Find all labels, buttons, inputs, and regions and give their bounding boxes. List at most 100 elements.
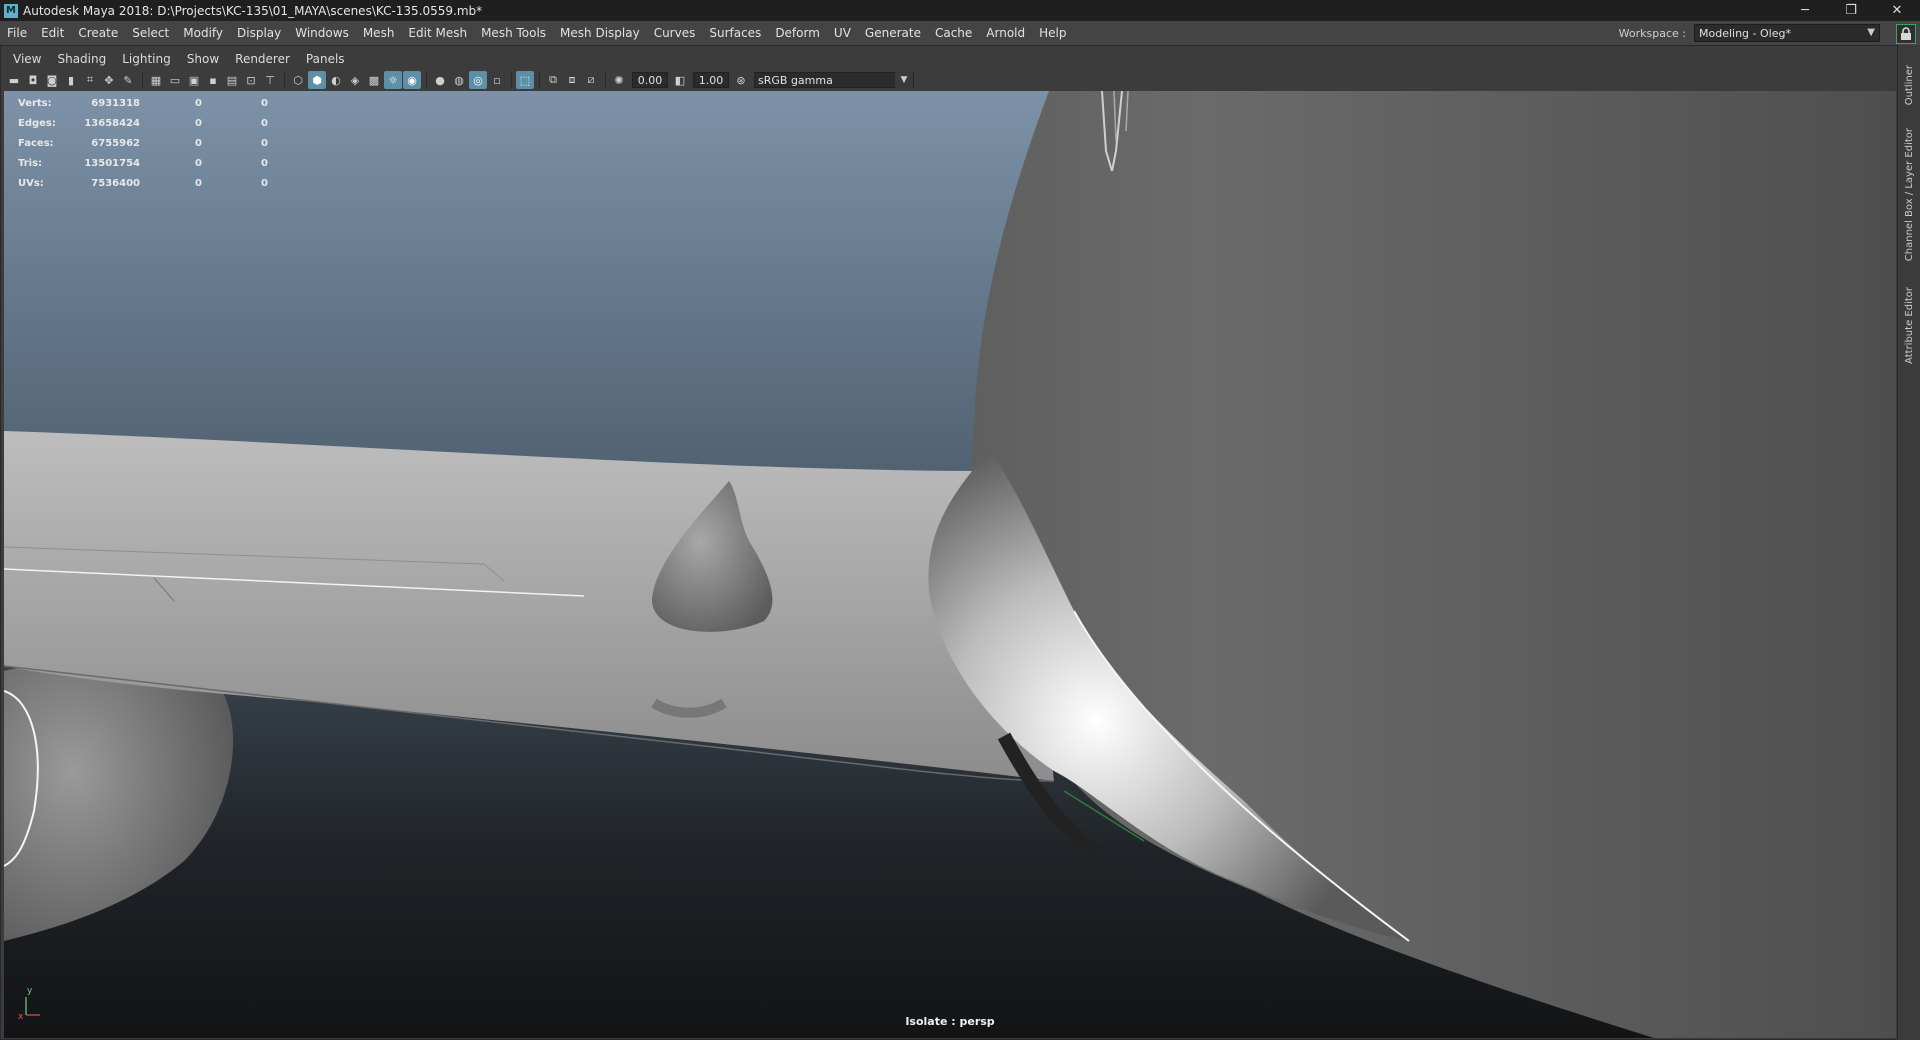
select-camera-icon[interactable]: ▬ bbox=[5, 71, 23, 89]
fuselage bbox=[971, 91, 1896, 1038]
hud-value: 0 bbox=[195, 157, 202, 169]
menu-mesh-tools[interactable]: Mesh Tools bbox=[474, 26, 553, 40]
panel-menu-shading[interactable]: Shading bbox=[49, 52, 114, 66]
hud-value: 0 bbox=[195, 177, 202, 189]
hud-value: 0 bbox=[261, 97, 268, 109]
menu-edit-mesh[interactable]: Edit Mesh bbox=[401, 26, 474, 40]
menu-curves[interactable]: Curves bbox=[647, 26, 703, 40]
menu-modify[interactable]: Modify bbox=[176, 26, 230, 40]
menu-edit[interactable]: Edit bbox=[34, 26, 71, 40]
tab-attribute-editor[interactable]: Attribute Editor bbox=[1898, 275, 1920, 375]
screen-space-ao-icon[interactable]: ● bbox=[431, 71, 449, 89]
panel-menu-lighting[interactable]: Lighting bbox=[114, 52, 179, 66]
toolbar-divider bbox=[284, 72, 285, 88]
menu-select[interactable]: Select bbox=[125, 26, 176, 40]
perspective-viewport[interactable]: Verts: 6931318 0 0 Edges: 13658424 0 0 F… bbox=[4, 91, 1896, 1038]
menu-uv[interactable]: UV bbox=[827, 26, 858, 40]
anti-aliasing-icon[interactable]: ◎ bbox=[469, 71, 487, 89]
image-plane-icon[interactable]: ⌗ bbox=[81, 71, 99, 89]
wireframe-icon[interactable]: ⬡ bbox=[289, 71, 307, 89]
workspace-label: Workspace : bbox=[1618, 26, 1686, 40]
isolate-select-icon[interactable]: ⬚ bbox=[516, 71, 534, 89]
gamma-input[interactable]: 1.00 bbox=[693, 72, 729, 88]
resolution-gate-icon[interactable]: ▣ bbox=[185, 71, 203, 89]
gate-mask-icon[interactable]: ▪ bbox=[204, 71, 222, 89]
hud-label: Verts: bbox=[18, 97, 52, 109]
close-button[interactable]: ✕ bbox=[1874, 0, 1920, 21]
minimize-button[interactable]: ─ bbox=[1782, 0, 1828, 21]
restore-button[interactable]: ❐ bbox=[1828, 0, 1874, 21]
tab-outliner[interactable]: Outliner bbox=[1898, 55, 1920, 115]
hud-value: 6755962 bbox=[91, 137, 140, 149]
hud-value: 6931318 bbox=[91, 97, 140, 109]
menu-help[interactable]: Help bbox=[1032, 26, 1073, 40]
toolbar-divider bbox=[426, 72, 427, 88]
safe-title-icon[interactable]: ⊤ bbox=[261, 71, 279, 89]
hud-value: 0 bbox=[195, 137, 202, 149]
menu-display[interactable]: Display bbox=[230, 26, 288, 40]
gamma-icon[interactable]: ◧ bbox=[671, 71, 689, 89]
xray-joints-icon[interactable]: ⧄ bbox=[582, 71, 600, 89]
panel-menu-panels[interactable]: Panels bbox=[298, 52, 353, 66]
view-transform-dropdown[interactable]: sRGB gamma ▼ bbox=[754, 72, 914, 88]
two-d-pan-zoom-icon[interactable]: ✥ bbox=[100, 71, 118, 89]
default-material-icon[interactable]: ◐ bbox=[327, 71, 345, 89]
hud-row: Tris: 13501754 0 0 bbox=[18, 153, 268, 173]
hud-value: 13658424 bbox=[84, 117, 140, 129]
wireframe-on-shaded-icon[interactable]: ◈ bbox=[346, 71, 364, 89]
axis-y-label: y bbox=[27, 986, 33, 996]
panel-menu-view[interactable]: View bbox=[5, 52, 49, 66]
chevron-down-icon: ▼ bbox=[1867, 27, 1875, 38]
exposure-icon[interactable]: ✺ bbox=[610, 71, 628, 89]
use-all-lights-icon[interactable]: ☼ bbox=[384, 71, 402, 89]
main-menubar: File Edit Create Select Modify Display W… bbox=[0, 21, 1920, 45]
grid-icon[interactable]: ▦ bbox=[147, 71, 165, 89]
panel-menu-renderer[interactable]: Renderer bbox=[227, 52, 298, 66]
depth-of-field-icon[interactable]: ▫ bbox=[488, 71, 506, 89]
xray-active-components-icon[interactable]: ⧈ bbox=[563, 71, 581, 89]
panel-menubar: View Shading Lighting Show Renderer Pane… bbox=[5, 50, 353, 68]
menu-surfaces[interactable]: Surfaces bbox=[702, 26, 768, 40]
menu-mesh[interactable]: Mesh bbox=[356, 26, 402, 40]
menu-arnold[interactable]: Arnold bbox=[979, 26, 1032, 40]
menu-generate[interactable]: Generate bbox=[858, 26, 928, 40]
chevron-down-icon: ▼ bbox=[895, 72, 913, 88]
window-controls: ─ ❐ ✕ bbox=[1782, 0, 1920, 21]
bookmarks-icon[interactable]: ◙ bbox=[43, 71, 61, 89]
hud-row: Verts: 6931318 0 0 bbox=[18, 93, 268, 113]
hud-label: UVs: bbox=[18, 177, 44, 189]
tab-outliner-label: Outliner bbox=[1903, 64, 1915, 106]
motion-blur-icon[interactable]: ◍ bbox=[450, 71, 468, 89]
lock-icon[interactable] bbox=[1896, 24, 1916, 44]
color-management-icon[interactable]: ⊛ bbox=[732, 71, 750, 89]
hud-label: Faces: bbox=[18, 137, 54, 149]
view-transform-value: sRGB gamma bbox=[758, 73, 833, 87]
poly-count-hud: Verts: 6931318 0 0 Edges: 13658424 0 0 F… bbox=[18, 93, 268, 193]
grease-pencil-icon[interactable]: ✎ bbox=[119, 71, 137, 89]
menu-cache[interactable]: Cache bbox=[928, 26, 979, 40]
menu-deform[interactable]: Deform bbox=[768, 26, 827, 40]
camera-attributes-icon[interactable]: ◘ bbox=[24, 71, 42, 89]
toolbar-divider bbox=[142, 72, 143, 88]
hud-value: 7536400 bbox=[91, 177, 140, 189]
textured-icon[interactable]: ▩ bbox=[365, 71, 383, 89]
menu-create[interactable]: Create bbox=[71, 26, 125, 40]
xray-icon[interactable]: ⧉ bbox=[544, 71, 562, 89]
exposure-input[interactable]: 0.00 bbox=[632, 72, 668, 88]
safe-action-icon[interactable]: ⊡ bbox=[242, 71, 260, 89]
workspace-dropdown[interactable]: Modeling - Oleg* ▼ bbox=[1694, 24, 1880, 42]
maya-logo-icon: M bbox=[4, 3, 18, 18]
smooth-shade-icon[interactable]: ⬢ bbox=[308, 71, 326, 89]
tab-channel-box[interactable]: Channel Box / Layer Editor bbox=[1898, 125, 1920, 265]
field-chart-icon[interactable]: ▤ bbox=[223, 71, 241, 89]
hud-value: 0 bbox=[261, 157, 268, 169]
menu-file[interactable]: File bbox=[0, 26, 34, 40]
panel-menu-show[interactable]: Show bbox=[179, 52, 227, 66]
shadows-icon[interactable]: ◉ bbox=[403, 71, 421, 89]
hud-value: 0 bbox=[261, 177, 268, 189]
menu-mesh-display[interactable]: Mesh Display bbox=[553, 26, 647, 40]
toolbar-divider bbox=[511, 72, 512, 88]
film-gate-icon[interactable]: ▭ bbox=[166, 71, 184, 89]
bookmark-icon[interactable]: ▮ bbox=[62, 71, 80, 89]
menu-windows[interactable]: Windows bbox=[288, 26, 356, 40]
